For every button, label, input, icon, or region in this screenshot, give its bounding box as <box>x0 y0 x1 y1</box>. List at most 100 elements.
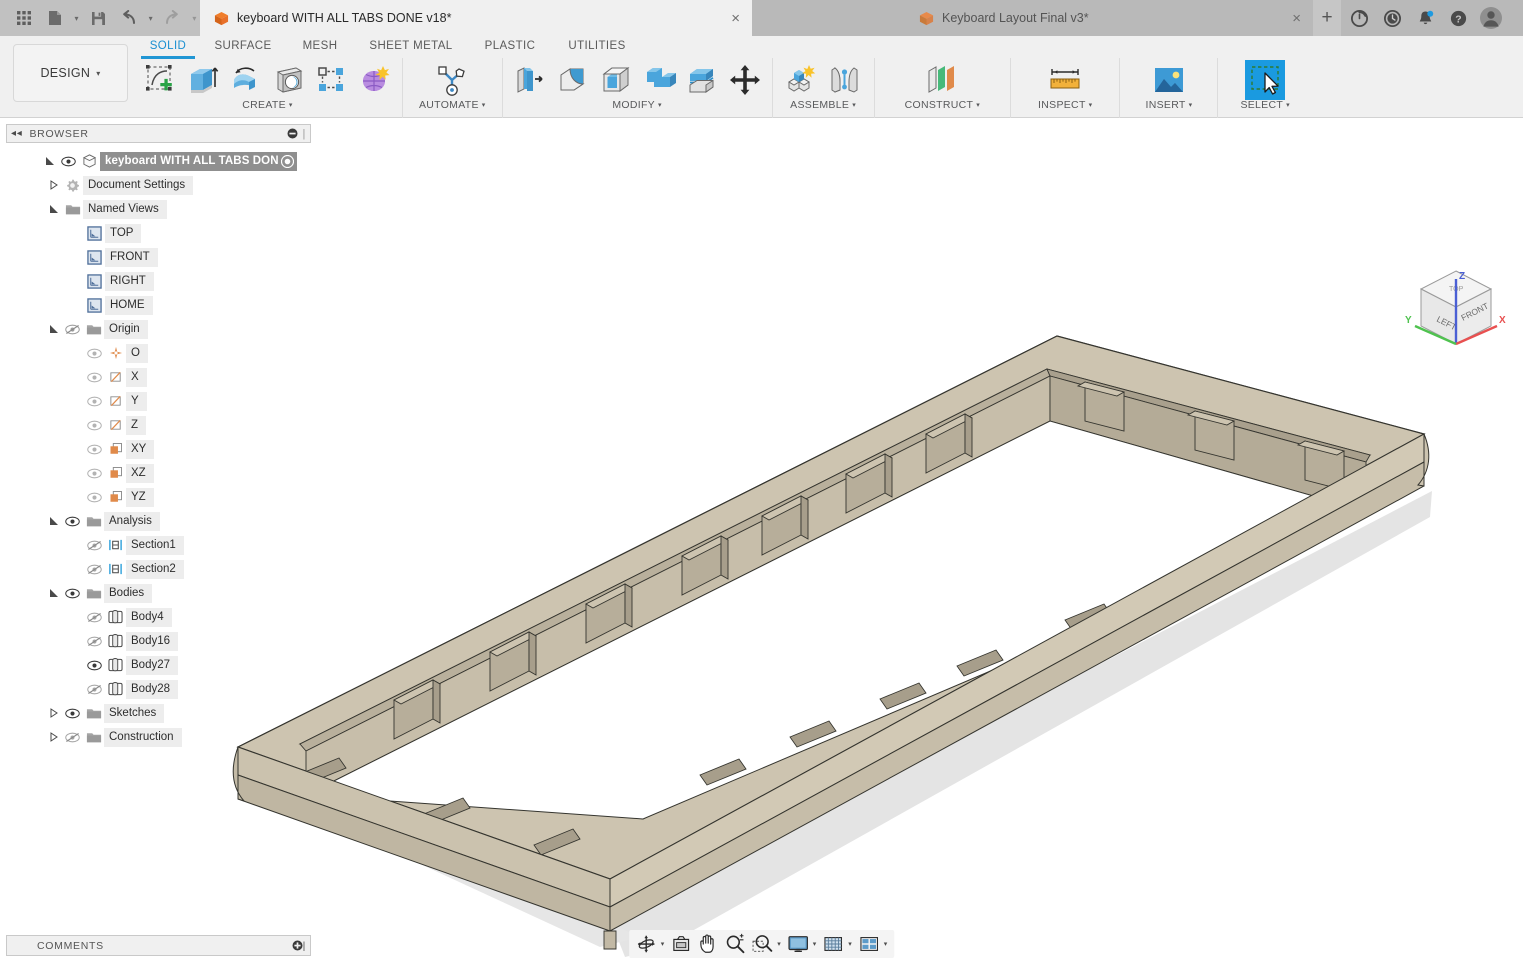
panel-assemble-label[interactable]: ASSEMBLE ▾ <box>782 99 865 111</box>
comments-panel[interactable]: COMMENTS | <box>6 935 311 956</box>
tree-node-body4[interactable]: Body4 <box>6 605 311 629</box>
workspace-switcher[interactable]: DESIGN ▾ <box>13 44 128 102</box>
tab-sheet-metal[interactable]: SHEET METAL <box>353 36 469 58</box>
expand-arrow-icon[interactable] <box>42 152 58 171</box>
combine-button[interactable] <box>639 60 679 100</box>
fillet-button[interactable] <box>553 60 593 100</box>
tree-node-view-home[interactable]: HOME <box>6 293 311 317</box>
viewports-caret-icon[interactable]: ▾ <box>883 940 891 948</box>
visibility-eye-off-icon-construction[interactable] <box>62 728 83 747</box>
comments-resize-grip[interactable]: | <box>303 940 306 952</box>
visibility-eye-icon-xy[interactable] <box>84 440 105 459</box>
grid-snaps-button[interactable] <box>820 931 846 957</box>
visibility-eye-off-icon-body28[interactable] <box>84 680 105 699</box>
offset-plane-button[interactable] <box>922 60 962 100</box>
panel-select-label[interactable]: SELECT ▾ <box>1240 99 1289 111</box>
visibility-eye-icon-sketches[interactable] <box>62 704 83 723</box>
visibility-eye-icon-analysis[interactable] <box>62 512 83 531</box>
visibility-eye-off-icon-body4[interactable] <box>84 608 105 627</box>
panel-construct-label[interactable]: CONSTRUCT ▾ <box>905 99 980 111</box>
save-icon[interactable] <box>84 3 112 33</box>
panel-create-label[interactable]: CREATE ▾ <box>140 99 395 111</box>
tree-node-axis-z[interactable]: Z <box>6 413 311 437</box>
visibility-eye-icon-xz[interactable] <box>84 464 105 483</box>
move-copy-button[interactable] <box>725 60 765 100</box>
visibility-eye-icon-body27[interactable] <box>84 656 105 675</box>
automate-button[interactable] <box>432 60 472 100</box>
tree-node-bodies[interactable]: Bodies <box>6 581 311 605</box>
viewports-button[interactable] <box>856 931 882 957</box>
orbit-button[interactable] <box>633 931 659 957</box>
tree-node-analysis[interactable]: Analysis <box>6 509 311 533</box>
tab-solid[interactable]: SOLID <box>137 36 199 59</box>
select-tool-button[interactable] <box>1245 60 1286 100</box>
pan-button[interactable] <box>695 931 721 957</box>
visibility-eye-off-icon-body16[interactable] <box>84 632 105 651</box>
sweep-button[interactable] <box>269 60 309 100</box>
extrude-button[interactable] <box>183 60 223 100</box>
expand-arrow-icon-origin[interactable] <box>46 320 62 339</box>
close-tab-icon[interactable]: × <box>731 11 740 26</box>
measure-button[interactable] <box>1045 60 1085 100</box>
panel-resize-grip[interactable]: | <box>302 128 306 140</box>
visibility-eye-icon-y[interactable] <box>84 392 105 411</box>
visibility-eye-off-icon-section2[interactable] <box>84 560 105 579</box>
visibility-eye-off-icon-origin[interactable] <box>62 320 83 339</box>
tree-node-plane-yz[interactable]: YZ <box>6 485 311 509</box>
tree-node-construction[interactable]: Construction <box>6 725 311 749</box>
notifications-bell-icon[interactable] <box>1411 4 1439 32</box>
visibility-eye-off-icon-section1[interactable] <box>84 536 105 555</box>
tree-node-body28[interactable]: Body28 <box>6 677 311 701</box>
app-grid-icon[interactable] <box>10 3 38 33</box>
visibility-eye-icon-yz[interactable] <box>84 488 105 507</box>
tree-node-section1[interactable]: Section1 <box>6 533 311 557</box>
recent-activity-icon[interactable] <box>1378 4 1406 32</box>
panel-insert-label[interactable]: INSERT ▾ <box>1145 99 1192 111</box>
visibility-eye-icon[interactable] <box>58 152 79 171</box>
press-pull-button[interactable] <box>510 60 550 100</box>
account-avatar[interactable] <box>1477 4 1505 32</box>
zoom-button[interactable] <box>722 931 748 957</box>
look-at-button[interactable] <box>668 931 694 957</box>
expand-arrow-icon-bodies[interactable] <box>46 584 62 603</box>
joint-button[interactable] <box>825 60 865 100</box>
tree-node-axis-x[interactable]: X <box>6 365 311 389</box>
expand-arrow-icon-analysis[interactable] <box>46 512 62 531</box>
form-button[interactable] <box>355 60 395 100</box>
tab-surface[interactable]: SURFACE <box>199 36 287 58</box>
tree-node-body16[interactable]: Body16 <box>6 629 311 653</box>
browser-minimize-icon[interactable] <box>287 128 298 139</box>
redo-caret-icon[interactable]: ▾ <box>189 3 200 33</box>
visibility-eye-icon-bodies[interactable] <box>62 584 83 603</box>
undo-icon[interactable] <box>115 3 143 33</box>
display-settings-caret-icon[interactable]: ▾ <box>812 940 820 948</box>
shell-button[interactable] <box>596 60 636 100</box>
zoom-window-button[interactable] <box>749 931 775 957</box>
revolve-button[interactable] <box>226 60 266 100</box>
redo-icon[interactable] <box>158 3 186 33</box>
fit-caret-icon[interactable]: ▾ <box>776 940 784 948</box>
tree-node-named-views[interactable]: Named Views <box>6 197 311 221</box>
visibility-eye-icon-o[interactable] <box>84 344 105 363</box>
tree-node-view-front[interactable]: FRONT <box>6 245 311 269</box>
panel-automate-label[interactable]: AUTOMATE ▾ <box>419 99 486 111</box>
help-icon[interactable]: ? <box>1444 4 1472 32</box>
tree-node-axis-y[interactable]: Y <box>6 389 311 413</box>
orbit-caret-icon[interactable]: ▾ <box>660 940 668 948</box>
collapse-arrow-icon-sketches[interactable] <box>46 704 62 723</box>
undo-caret-icon[interactable]: ▾ <box>145 3 156 33</box>
collapse-panel-icon[interactable]: ◂◂ <box>11 128 22 139</box>
expand-arrow-icon-namedviews[interactable] <box>46 200 62 219</box>
visibility-eye-icon-z[interactable] <box>84 416 105 435</box>
close-tab-icon-2[interactable]: × <box>1292 11 1301 26</box>
tab-mesh[interactable]: MESH <box>287 36 353 58</box>
tree-node-body27[interactable]: Body27 <box>6 653 311 677</box>
tree-node-origin[interactable]: Origin <box>6 317 311 341</box>
tree-node-section2[interactable]: Section2 <box>6 557 311 581</box>
tree-node-plane-xy[interactable]: XY <box>6 437 311 461</box>
new-tab-button[interactable]: + <box>1313 0 1341 36</box>
create-sketch-button[interactable] <box>140 60 180 100</box>
new-file-caret-icon[interactable]: ▾ <box>71 3 82 33</box>
tree-node-sketches[interactable]: Sketches <box>6 701 311 725</box>
insert-decal-button[interactable] <box>1149 60 1189 100</box>
